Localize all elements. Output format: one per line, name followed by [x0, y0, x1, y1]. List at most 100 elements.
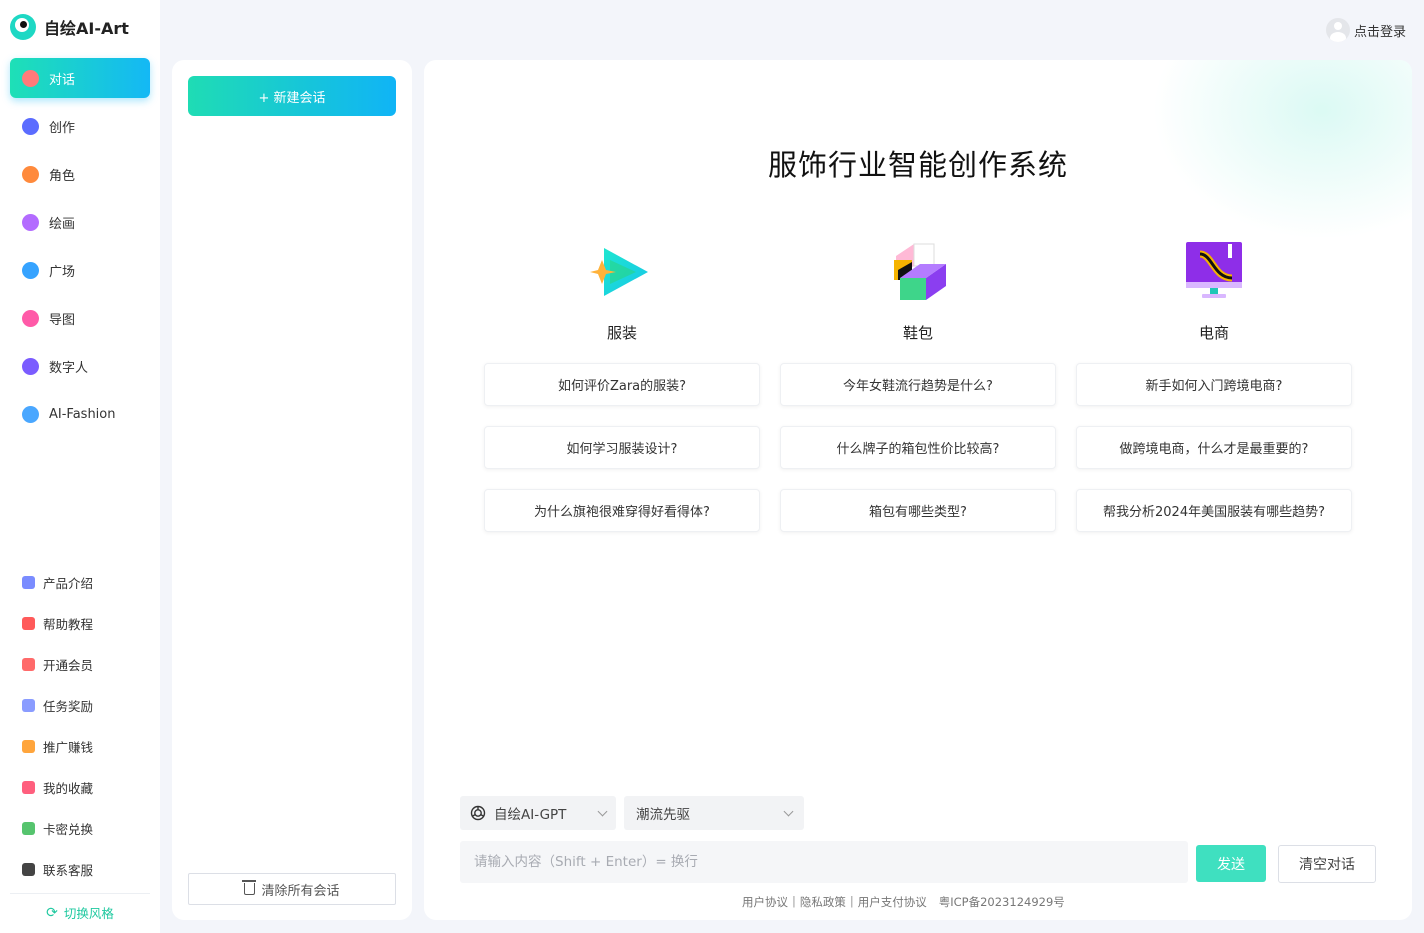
- gpt-icon: [470, 805, 486, 821]
- sub-nav-item-label: 产品介绍: [43, 576, 94, 591]
- play-arrow-icon: [590, 248, 648, 296]
- nav-icon: [22, 117, 39, 135]
- nav-item-label: 导图: [49, 312, 76, 328]
- nav-item-label: 对话: [49, 72, 76, 88]
- sub-menu: 产品介绍帮助教程开通会员任务奖励推广赚钱我的收藏卡密兑换联系客服: [10, 562, 150, 890]
- question-card[interactable]: 箱包有哪些类型?: [780, 489, 1056, 532]
- switch-style-label: 切换风格: [63, 906, 114, 921]
- icp-record[interactable]: 粤ICP备2023124929号: [939, 894, 1065, 910]
- question-card[interactable]: 什么牌子的箱包性价比较高?: [780, 426, 1056, 469]
- sub-nav-item-5[interactable]: 我的收藏: [10, 767, 150, 808]
- sub-nav-icon: [22, 863, 35, 876]
- sub-nav-item-3[interactable]: 任务奖励: [10, 685, 150, 726]
- question-card[interactable]: 新手如何入门跨境电商?: [1076, 363, 1352, 406]
- clear-all-sessions-button[interactable]: 清除所有会话: [188, 873, 396, 905]
- nav-item-label: 绘画: [49, 216, 76, 232]
- left-nav: 自绘AI-Art 对话创作角色绘画广场导图数字人 AI-Fashion 产品介绍帮…: [0, 0, 160, 933]
- new-chat-button[interactable]: + 新建会话: [188, 76, 396, 116]
- nav-item-0[interactable]: 对话: [10, 58, 150, 98]
- footer-link-payment-agreement[interactable]: 用户支付协议: [858, 894, 927, 910]
- question-card[interactable]: 如何学习服装设计?: [484, 426, 760, 469]
- sub-nav-item-label: 联系客服: [43, 863, 94, 878]
- message-input[interactable]: [460, 841, 1188, 883]
- sub-nav-icon: [22, 822, 35, 835]
- model-select-value: 自绘AI-GPT: [494, 807, 567, 823]
- session-panel: + 新建会话 清除所有会话: [172, 60, 412, 920]
- nav-icon: [22, 357, 39, 375]
- footer-link-user-agreement[interactable]: 用户协议: [742, 894, 788, 910]
- nav-item-4[interactable]: 广场: [10, 250, 150, 290]
- nav-item-label: AI-Fashion: [49, 406, 116, 422]
- sub-nav-item-7[interactable]: 联系客服: [10, 849, 150, 890]
- sub-nav-item-label: 推广赚钱: [43, 740, 94, 755]
- sub-nav-item-label: 任务奖励: [43, 699, 94, 714]
- sub-nav-icon: [22, 699, 35, 712]
- monitor-icon: [1186, 242, 1242, 298]
- nav-item-5[interactable]: 导图: [10, 298, 150, 338]
- nav-item-label: 创作: [49, 120, 76, 136]
- clear-all-label: 清除所有会话: [261, 883, 340, 899]
- nav-item-1[interactable]: 创作: [10, 106, 150, 146]
- cube-icon: [894, 243, 946, 300]
- sub-nav-item-0[interactable]: 产品介绍: [10, 562, 150, 603]
- nav-item-3[interactable]: 绘画: [10, 202, 150, 242]
- sub-nav-item-2[interactable]: 开通会员: [10, 644, 150, 685]
- question-card[interactable]: 如何评价Zara的服装?: [484, 363, 760, 406]
- send-button[interactable]: 发送: [1196, 845, 1266, 882]
- sub-nav-item-label: 帮助教程: [43, 617, 94, 632]
- brand[interactable]: 自绘AI-Art: [10, 14, 129, 40]
- brand-name: 自绘AI-Art: [44, 19, 129, 38]
- category-bags-shoes[interactable]: 鞋包: [858, 240, 978, 343]
- nav-icon: [22, 261, 39, 279]
- sub-nav-icon: [22, 658, 35, 671]
- sub-nav-item-label: 卡密兑换: [43, 822, 94, 837]
- sub-nav-icon: [22, 781, 35, 794]
- sub-nav-icon: [22, 740, 35, 753]
- footer-separator: |: [792, 894, 796, 908]
- clear-chat-button[interactable]: 清空对话: [1278, 845, 1376, 883]
- trash-icon: [242, 880, 257, 895]
- question-card[interactable]: 帮我分析2024年美国服装有哪些趋势?: [1076, 489, 1352, 532]
- sub-nav-item-label: 我的收藏: [43, 781, 94, 796]
- divider: [10, 893, 150, 894]
- question-card[interactable]: 做跨境电商，什么才是最重要的?: [1076, 426, 1352, 469]
- sub-nav-icon: [22, 576, 35, 589]
- nav-icon: [22, 405, 39, 423]
- category-label: 电商: [1198, 324, 1229, 342]
- nav-item-label: 数字人: [49, 360, 89, 376]
- chevron-down-icon: [597, 806, 608, 816]
- category-label: 服装: [606, 324, 637, 342]
- question-card[interactable]: 今年女鞋流行趋势是什么?: [780, 363, 1056, 406]
- footer: 用户协议 | 隐私政策 | 用户支付协议 粤ICP备2023124929号: [742, 894, 1065, 910]
- chat-area: 服饰行业智能创作系统 服装 鞋包 电商 如何评价Zara的服装? 今年女鞋流行趋…: [424, 60, 1412, 920]
- role-select-value: 潮流先驱: [636, 807, 690, 823]
- nav-item-7[interactable]: AI-Fashion: [10, 394, 150, 434]
- login-label: 点击登录: [1353, 24, 1406, 40]
- brand-logo-icon: [10, 14, 36, 40]
- nav-icon: [22, 165, 39, 183]
- nav-icon: [22, 69, 39, 87]
- nav-icon: [22, 213, 39, 231]
- sub-nav-item-6[interactable]: 卡密兑换: [10, 808, 150, 849]
- model-select[interactable]: 自绘AI-GPT: [460, 796, 616, 830]
- question-card[interactable]: 为什么旗袍很难穿得好看得体?: [484, 489, 760, 532]
- footer-link-privacy[interactable]: 隐私政策: [800, 894, 846, 910]
- switch-style-button[interactable]: ⟳ 切换风格: [0, 903, 160, 922]
- sub-nav-icon: [22, 617, 35, 630]
- footer-separator: |: [849, 894, 854, 908]
- role-select[interactable]: 潮流先驱: [624, 796, 804, 830]
- sub-nav-item-4[interactable]: 推广赚钱: [10, 726, 150, 767]
- category-ecommerce[interactable]: 电商: [1154, 240, 1274, 343]
- page-title: 服饰行业智能创作系统: [767, 148, 1068, 182]
- sub-nav-item-1[interactable]: 帮助教程: [10, 603, 150, 644]
- main-menu: 对话创作角色绘画广场导图数字人 AI-Fashion: [10, 58, 150, 442]
- category-label: 鞋包: [902, 324, 933, 342]
- nav-item-label: 角色: [49, 168, 76, 184]
- nav-item-6[interactable]: 数字人: [10, 346, 150, 386]
- category-clothing[interactable]: 服装: [562, 240, 682, 343]
- nav-icon: [22, 309, 39, 327]
- nav-item-2[interactable]: 角色: [10, 154, 150, 194]
- chevron-down-icon: [783, 806, 794, 816]
- nav-item-label: 广场: [49, 264, 76, 280]
- login-button[interactable]: 点击登录: [1325, 18, 1406, 42]
